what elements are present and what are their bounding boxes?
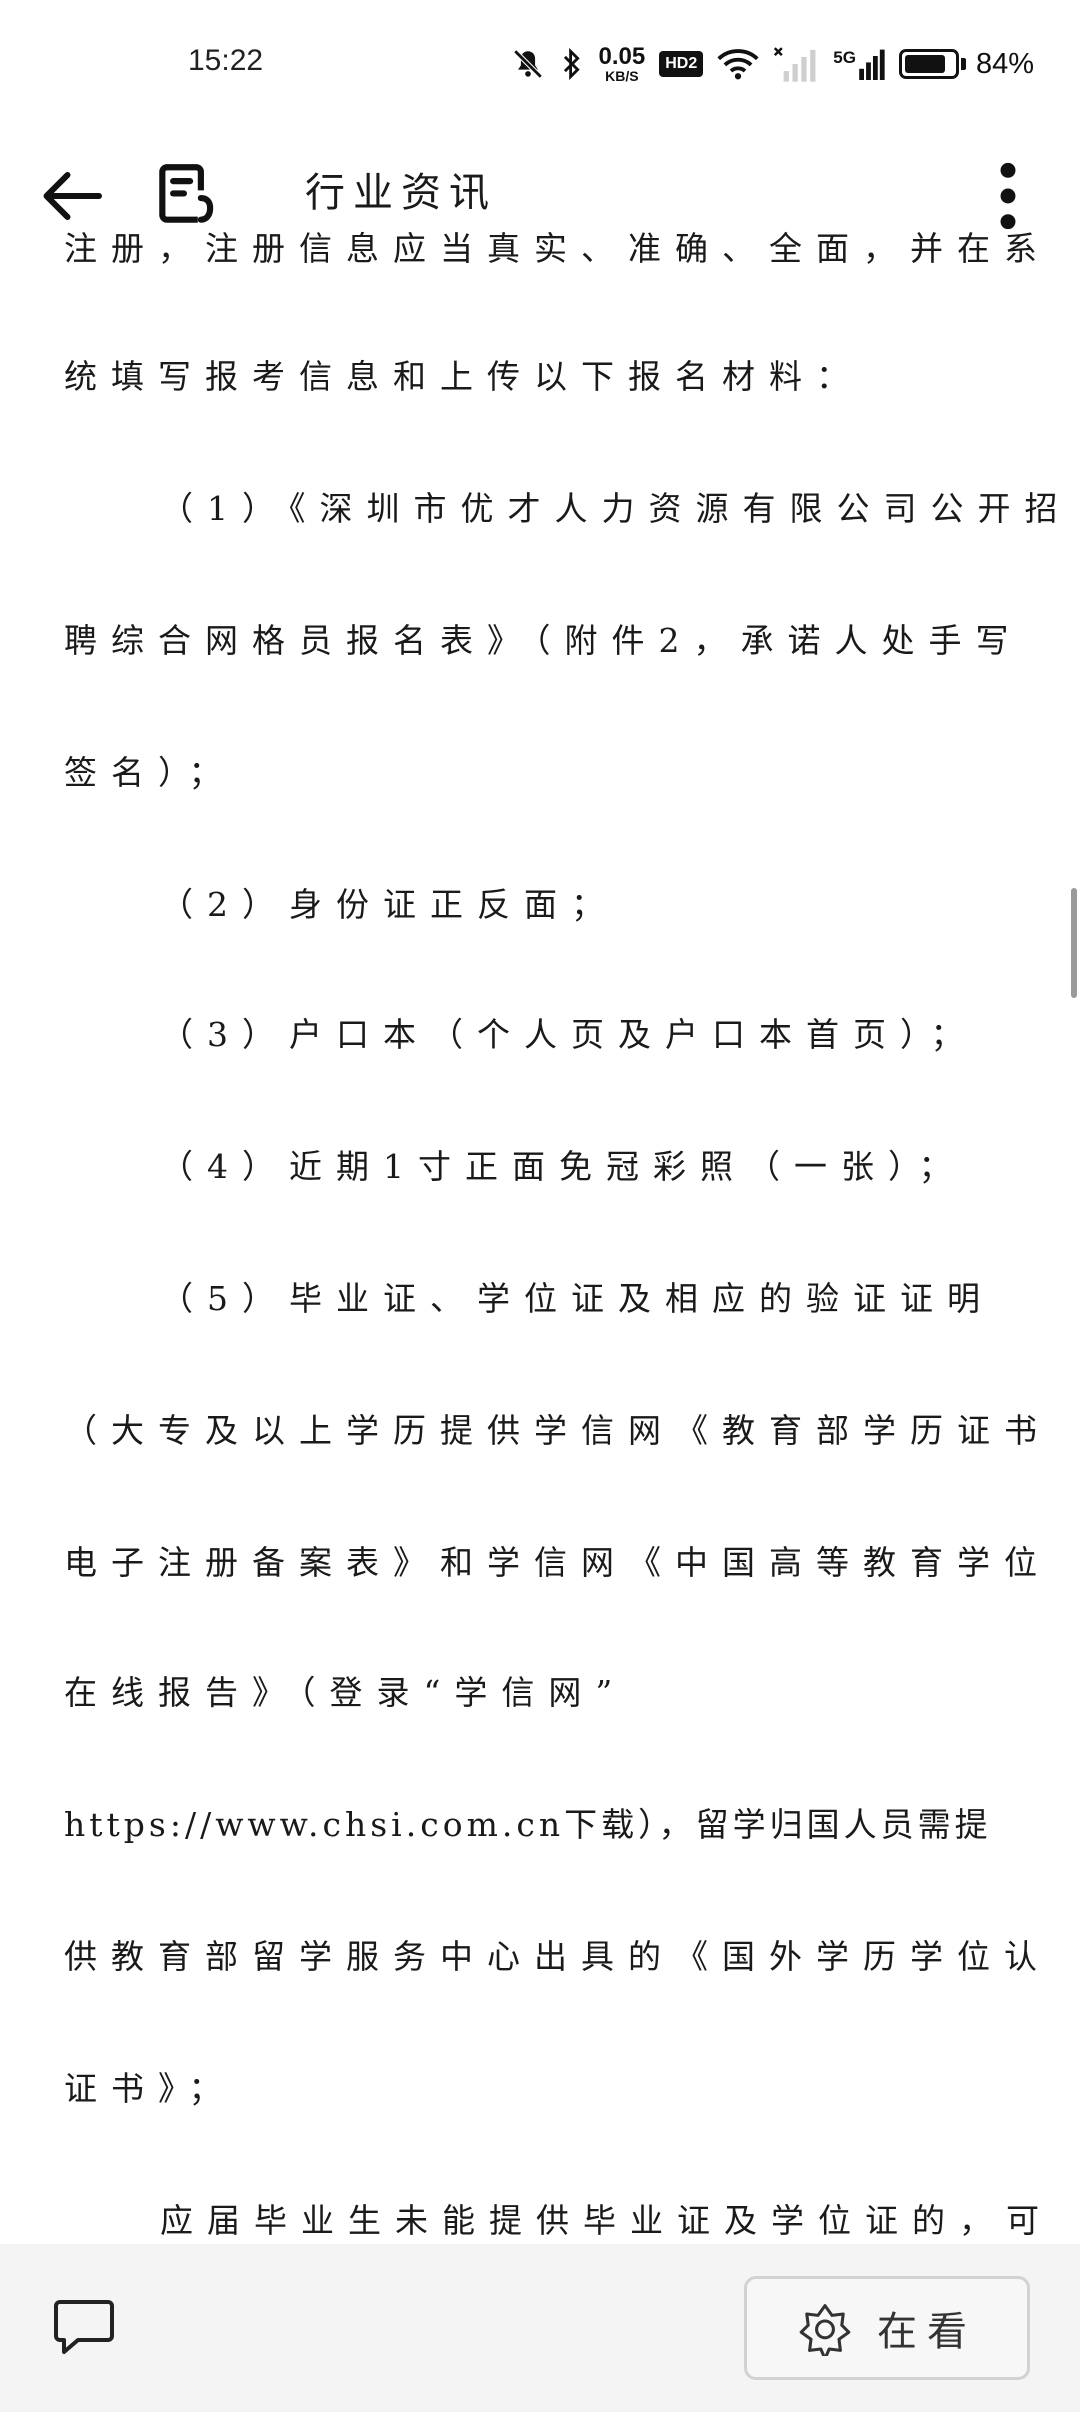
zaikan-label: 在看: [877, 2309, 977, 2355]
signal-weak-icon: [774, 47, 816, 82]
mute-icon: [513, 49, 543, 79]
article-line: 签名）；: [64, 753, 236, 792]
comment-button[interactable]: [52, 2296, 116, 2358]
article-line: 聘综合网格员报名表》（附件2，承诺人处手写: [64, 621, 1023, 660]
network-speed-value: 0.05: [598, 43, 646, 70]
zaikan-button[interactable]: 在看: [744, 2276, 1030, 2380]
signal-5g: 5G: [833, 48, 885, 80]
battery-icon: [898, 49, 959, 79]
comment-icon: [54, 2300, 114, 2354]
article-line: 证书》；: [64, 2069, 236, 2108]
article-line: （2）身份证正反面；: [160, 885, 618, 924]
article-line: 统填写报考信息和上传以下报名材料：: [64, 357, 863, 396]
battery-tip: [960, 58, 966, 70]
article-line: https://www.chsi.com.cn下载），留学归国人员需提: [64, 1805, 992, 1844]
status-bar: 15:22 0.05 KB/S HD2 5G 84%: [0, 0, 1080, 128]
article-line: 在线报告》（登录“学信网”: [64, 1673, 627, 1712]
article-line: （3）户口本（个人页及户口本首页）；: [160, 1015, 978, 1054]
article-line: 注册，注册信息应当真实、准确、全面，并在系: [64, 229, 1051, 268]
article-line: 应届毕业生未能提供毕业证及学位证的，可: [160, 2201, 1053, 2240]
network-speed-unit: KB/S: [605, 68, 639, 84]
article-line: （大专及以上学历提供学信网《教育部学历证书: [64, 1411, 1051, 1450]
flower-icon: [799, 2304, 851, 2356]
scrollbar[interactable]: [1071, 888, 1077, 998]
bottom-bar: 在看: [0, 2244, 1080, 2412]
article-content: 注册，注册信息应当真实、准确、全面，并在系 统填写报考信息和上传以下报名材料： …: [0, 200, 1080, 2244]
network-speed: 0.05 KB/S: [598, 43, 646, 84]
article-line: （4）近期1寸正面免冠彩照（一张）；: [160, 1147, 966, 1186]
signal-strong-icon: [859, 49, 885, 80]
hd-badge: HD2: [659, 51, 704, 77]
article-line: 电子注册备案表》和学信网《中国高等教育学位: [64, 1543, 1051, 1582]
status-time: 15:22: [188, 44, 264, 77]
article-line: 供教育部留学服务中心出具的《国外学历学位认: [64, 1937, 1051, 1976]
bluetooth-icon: [563, 47, 580, 81]
status-indicators: 0.05 KB/S HD2 5G 84%: [511, 36, 1034, 92]
article-line: （5）毕业证、学位证及相应的验证证明: [160, 1279, 994, 1318]
network-type-label: 5G: [833, 48, 856, 67]
article-line: （1）《深圳市优才人力资源有限公司公开招: [160, 489, 1072, 528]
battery: 84%: [898, 47, 1034, 81]
battery-percent: 84%: [975, 47, 1034, 80]
battery-fill: [904, 55, 946, 73]
wifi-icon: [717, 49, 759, 80]
